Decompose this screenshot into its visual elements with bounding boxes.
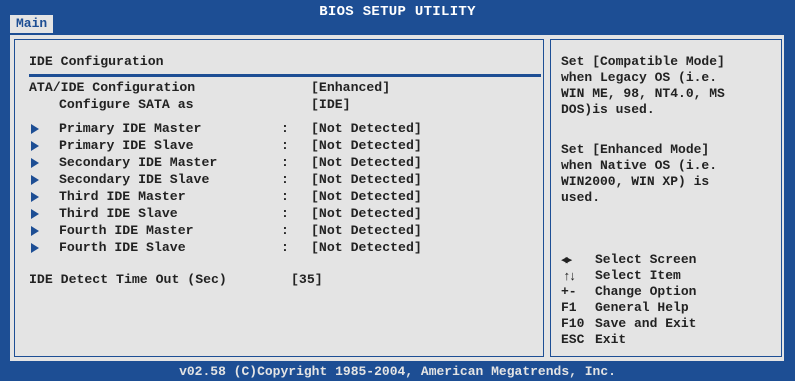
section-title: IDE Configuration <box>29 54 164 69</box>
help-line: Set [Enhanced Mode] <box>561 142 710 157</box>
separator: : <box>281 155 289 170</box>
separator: : <box>281 138 289 153</box>
help-line: used. <box>561 190 601 205</box>
settings-panel: IDE Configuration ATA/IDE Configuration … <box>14 39 544 357</box>
primary-ide-slave-value: [Not Detected] <box>311 138 422 153</box>
section-divider <box>29 74 541 77</box>
primary-ide-master-value: [Not Detected] <box>311 121 422 136</box>
secondary-ide-slave-label[interactable]: Secondary IDE Slave <box>59 172 209 188</box>
up-down-arrows-icon: ↑↓ <box>563 269 577 284</box>
configure-sata-value[interactable]: [IDE] <box>311 97 351 113</box>
secondary-ide-slave-value: [Not Detected] <box>311 172 422 187</box>
help-panel: Set [Compatible Mode] when Legacy OS (i.… <box>550 39 782 357</box>
help-line: WIN ME, 98, NT4.0, MS <box>561 86 725 101</box>
third-ide-slave-value: [Not Detected] <box>311 206 422 221</box>
ata-ide-config-value[interactable]: [Enhanced] <box>311 80 390 96</box>
separator: : <box>281 206 289 221</box>
ide-detect-timeout-value[interactable]: [35] <box>291 272 323 288</box>
third-ide-master-label[interactable]: Third IDE Master <box>59 189 186 205</box>
third-ide-master-value: [Not Detected] <box>311 189 422 204</box>
esc-exit-text: Exit <box>595 332 627 347</box>
separator: : <box>281 240 289 255</box>
save-exit-text: Save and Exit <box>595 316 697 331</box>
submenu-arrow-icon <box>31 209 39 219</box>
submenu-arrow-icon <box>31 141 39 151</box>
general-help-key: F1 <box>561 300 577 315</box>
change-option-text: Change Option <box>595 284 697 299</box>
help-line: when Native OS (i.e. <box>561 158 718 173</box>
help-line: DOS)is used. <box>561 102 655 117</box>
general-help-text: General Help <box>595 300 689 315</box>
tab-main[interactable]: Main <box>10 15 54 33</box>
left-right-arrows-icon: ◀▶ <box>561 255 572 267</box>
third-ide-slave-label[interactable]: Third IDE Slave <box>59 206 178 222</box>
fourth-ide-slave-label[interactable]: Fourth IDE Slave <box>59 240 186 256</box>
select-screen-text: Select Screen <box>595 252 697 267</box>
submenu-arrow-icon <box>31 124 39 134</box>
submenu-arrow-icon <box>31 158 39 168</box>
secondary-ide-master-value: [Not Detected] <box>311 155 422 170</box>
save-exit-key: F10 <box>561 316 585 331</box>
fourth-ide-master-value: [Not Detected] <box>311 223 422 238</box>
submenu-arrow-icon <box>31 175 39 185</box>
secondary-ide-master-label[interactable]: Secondary IDE Master <box>59 155 217 171</box>
copyright-footer: v02.58 (C)Copyright 1985-2004, American … <box>179 364 616 379</box>
ide-detect-timeout-label[interactable]: IDE Detect Time Out (Sec) <box>29 272 227 288</box>
fourth-ide-slave-value: [Not Detected] <box>311 240 422 255</box>
title-bar: BIOS SETUP UTILITY Main <box>0 0 795 33</box>
select-item-text: Select Item <box>595 268 681 283</box>
help-line: when Legacy OS (i.e. <box>561 70 718 85</box>
main-frame: IDE Configuration ATA/IDE Configuration … <box>8 33 786 363</box>
fourth-ide-master-label[interactable]: Fourth IDE Master <box>59 223 194 239</box>
separator: : <box>281 121 289 136</box>
separator: : <box>281 189 289 204</box>
ata-ide-config-label[interactable]: ATA/IDE Configuration <box>29 80 195 96</box>
esc-key: ESC <box>561 332 585 347</box>
help-line: WIN2000, WIN XP) is <box>561 174 710 189</box>
separator: : <box>281 172 289 187</box>
app-title: BIOS SETUP UTILITY <box>319 4 476 20</box>
change-option-key: +- <box>561 284 577 299</box>
help-line: Set [Compatible Mode] <box>561 54 725 69</box>
submenu-arrow-icon <box>31 226 39 236</box>
separator: : <box>281 223 289 238</box>
configure-sata-label[interactable]: Configure SATA as <box>59 97 194 113</box>
submenu-arrow-icon <box>31 192 39 202</box>
primary-ide-slave-label[interactable]: Primary IDE Slave <box>59 138 194 154</box>
submenu-arrow-icon <box>31 243 39 253</box>
primary-ide-master-label[interactable]: Primary IDE Master <box>59 121 201 137</box>
